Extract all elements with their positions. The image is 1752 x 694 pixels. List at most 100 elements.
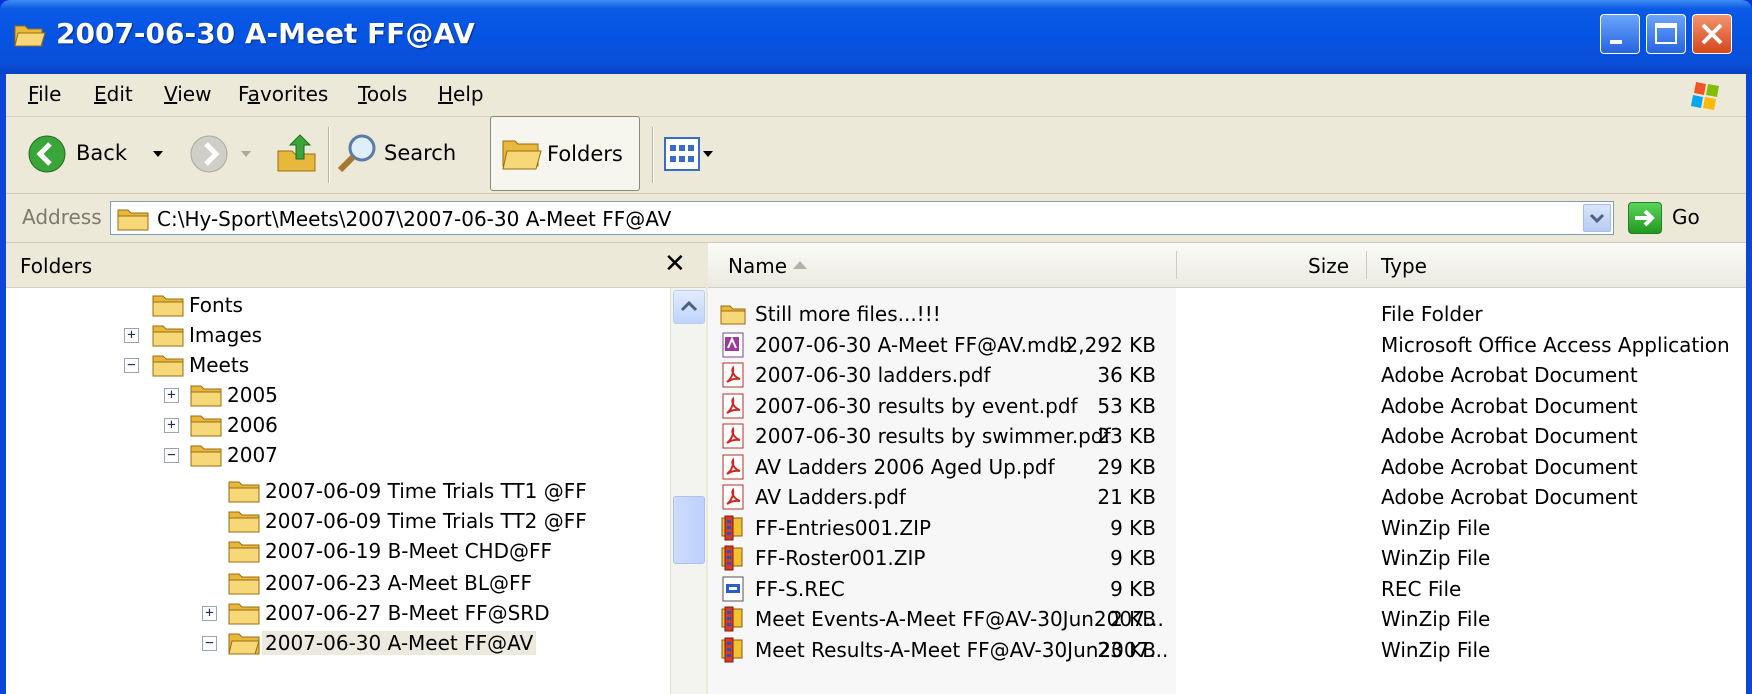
chevron-down-icon[interactable] (240, 149, 252, 159)
file-name: AV Ladders 2006 Aged Up.pdf (755, 454, 1055, 479)
file-row[interactable]: Meet Results-A-Meet FF@AV-30Jun2007... 23… (708, 633, 1746, 667)
tree-item-selected[interactable]: − 2007-06-30 A-Meet FF@AV (6, 626, 670, 660)
file-type: Adobe Acrobat Document (1381, 363, 1638, 387)
tree-item[interactable]: 2007-06-23 A-Meet BL@FF (6, 566, 670, 600)
tree-item[interactable]: 2007-06-09 Time Trials TT2 @FF (6, 504, 670, 538)
maximize-button[interactable] (1646, 14, 1686, 54)
tree-item-label: Images (189, 323, 263, 347)
file-row[interactable]: AV Ladders.pdf 21 KB Adobe Acrobat Documen… (708, 480, 1746, 514)
pdf-icon (720, 422, 746, 450)
file-type: File Folder (1381, 302, 1483, 326)
folders-button[interactable]: Folders (490, 116, 640, 191)
menu-tools[interactable]: Tools (358, 82, 407, 106)
up-folder-button[interactable] (272, 117, 322, 193)
tree-item-label: 2007 (227, 443, 278, 467)
back-label: Back (76, 141, 127, 165)
scroll-up-button[interactable] (673, 290, 705, 324)
collapse-toggle[interactable]: − (164, 448, 179, 463)
close-icon (1701, 23, 1723, 45)
search-icon (337, 134, 376, 173)
views-icon (664, 137, 700, 171)
file-type: Adobe Acrobat Document (1381, 424, 1638, 448)
expand-toggle[interactable]: + (202, 606, 217, 621)
tree-item[interactable]: + 2006 (6, 408, 670, 442)
minimize-button[interactable] (1600, 14, 1640, 54)
close-button[interactable] (1692, 14, 1732, 54)
file-row[interactable]: 2007-06-30 results by swimmer.pdf 23 KB Ad… (708, 419, 1746, 453)
menu-help[interactable]: Help (438, 82, 484, 106)
address-dropdown-button[interactable] (1583, 204, 1611, 232)
folder-icon (228, 481, 260, 503)
collapse-toggle[interactable]: − (124, 358, 139, 373)
menu-edit[interactable]: Edit (94, 82, 133, 106)
column-size-header[interactable]: Size (1308, 254, 1349, 278)
tree-item-label: Meets (189, 353, 250, 377)
file-row[interactable]: FF-S.REC 9 KB REC File (708, 572, 1746, 606)
chevron-down-icon[interactable] (152, 149, 164, 159)
file-type: Adobe Acrobat Document (1381, 454, 1638, 479)
tree-item[interactable]: + 2007-06-27 B-Meet FF@SRD (6, 596, 670, 630)
tree-item[interactable]: − Meets (6, 348, 670, 382)
file-name: FF-Entries001.ZIP (755, 515, 932, 540)
menu-file[interactable]: File (28, 82, 61, 106)
column-name-header[interactable]: Name (728, 254, 787, 278)
folder-tree: Fonts + Images − Meets + 2005 + 2006 − 2… (6, 288, 670, 694)
scroll-thumb[interactable] (673, 496, 705, 564)
menu-view[interactable]: View (164, 82, 211, 106)
pdf-icon (720, 361, 746, 389)
file-row[interactable]: FF-Roster001.ZIP 9 KB WinZip File (708, 541, 1746, 575)
file-row[interactable]: 2007-06-30 A-Meet FF@AV.mdb 2,292 KB Micro… (708, 328, 1746, 362)
menu-favorites[interactable]: Favorites (238, 82, 328, 106)
go-arrow-icon[interactable] (1628, 202, 1662, 234)
standard-toolbar: Back Search Folders (6, 116, 1746, 194)
address-input[interactable]: C:\Hy-Sport\Meets\2007\2007-06-30 A-Meet… (110, 201, 1614, 235)
file-size: 21 KB (1097, 485, 1156, 509)
window-frame-right (1746, 74, 1752, 694)
folders-icon (502, 140, 542, 170)
tree-item[interactable]: Fonts (6, 288, 670, 322)
access-db-icon (720, 331, 746, 359)
title-bar[interactable]: 2007-06-30 A-Meet FF@AV (0, 0, 1752, 74)
forward-arrow-icon (190, 135, 228, 173)
file-row[interactable]: 2007-06-30 ladders.pdf 36 KB Adobe Acrobat… (708, 358, 1746, 392)
file-row[interactable]: AV Ladders 2006 Aged Up.pdf 29 KB Adobe Ac… (708, 450, 1746, 484)
collapse-toggle[interactable]: − (202, 636, 217, 651)
tree-item-label: 2007-06-09 Time Trials TT1 @FF (265, 479, 587, 503)
tree-item-label: 2007-06-30 A-Meet FF@AV (262, 631, 537, 655)
forward-button[interactable] (186, 117, 260, 193)
file-row[interactable]: Still more files...!!! File Folder (708, 297, 1746, 331)
file-size: 23 KB (1097, 637, 1156, 662)
tree-item[interactable]: + 2005 (6, 378, 670, 412)
file-row[interactable]: FF-Entries001.ZIP 9 KB WinZip File (708, 511, 1746, 545)
file-size: 53 KB (1097, 393, 1156, 418)
address-label: Address (22, 205, 102, 229)
tree-item[interactable]: 2007-06-19 B-Meet CHD@FF (6, 534, 670, 568)
folders-scrollbar[interactable] (670, 288, 707, 694)
file-name: FF-S.REC (755, 576, 845, 601)
search-label: Search (384, 141, 457, 165)
column-divider[interactable] (1176, 251, 1177, 279)
tree-item[interactable]: − 2007 (6, 438, 670, 472)
column-type-header[interactable]: Type (1381, 254, 1427, 278)
tree-item-label: Fonts (189, 293, 243, 317)
close-pane-icon[interactable]: ✕ (664, 249, 686, 279)
column-divider[interactable] (1366, 251, 1367, 279)
file-size: 9 KB (1110, 576, 1156, 601)
search-button[interactable]: Search (336, 117, 476, 193)
tree-item[interactable]: + Images (6, 318, 670, 352)
file-size: 2,292 KB (1065, 332, 1156, 357)
back-button[interactable]: Back (24, 117, 164, 193)
chevron-down-icon[interactable] (702, 149, 714, 159)
tree-item[interactable]: 2007-06-09 Time Trials TT1 @FF (6, 474, 670, 508)
expand-toggle[interactable]: + (164, 388, 179, 403)
views-button[interactable] (660, 117, 720, 193)
windows-logo-icon (1680, 76, 1736, 114)
file-type: Microsoft Office Access Application (1381, 332, 1730, 357)
go-button[interactable]: Go (1672, 205, 1700, 229)
file-row[interactable]: 2007-06-30 results by event.pdf 53 KB Adob… (708, 389, 1746, 423)
folder-icon (190, 415, 222, 437)
expand-toggle[interactable]: + (164, 418, 179, 433)
expand-toggle[interactable]: + (124, 328, 139, 343)
menu-bar: File Edit View Favorites Tools Help (6, 74, 1746, 117)
file-row[interactable]: Meet Events-A-Meet FF@AV-30Jun2007... 2 K… (708, 602, 1746, 636)
